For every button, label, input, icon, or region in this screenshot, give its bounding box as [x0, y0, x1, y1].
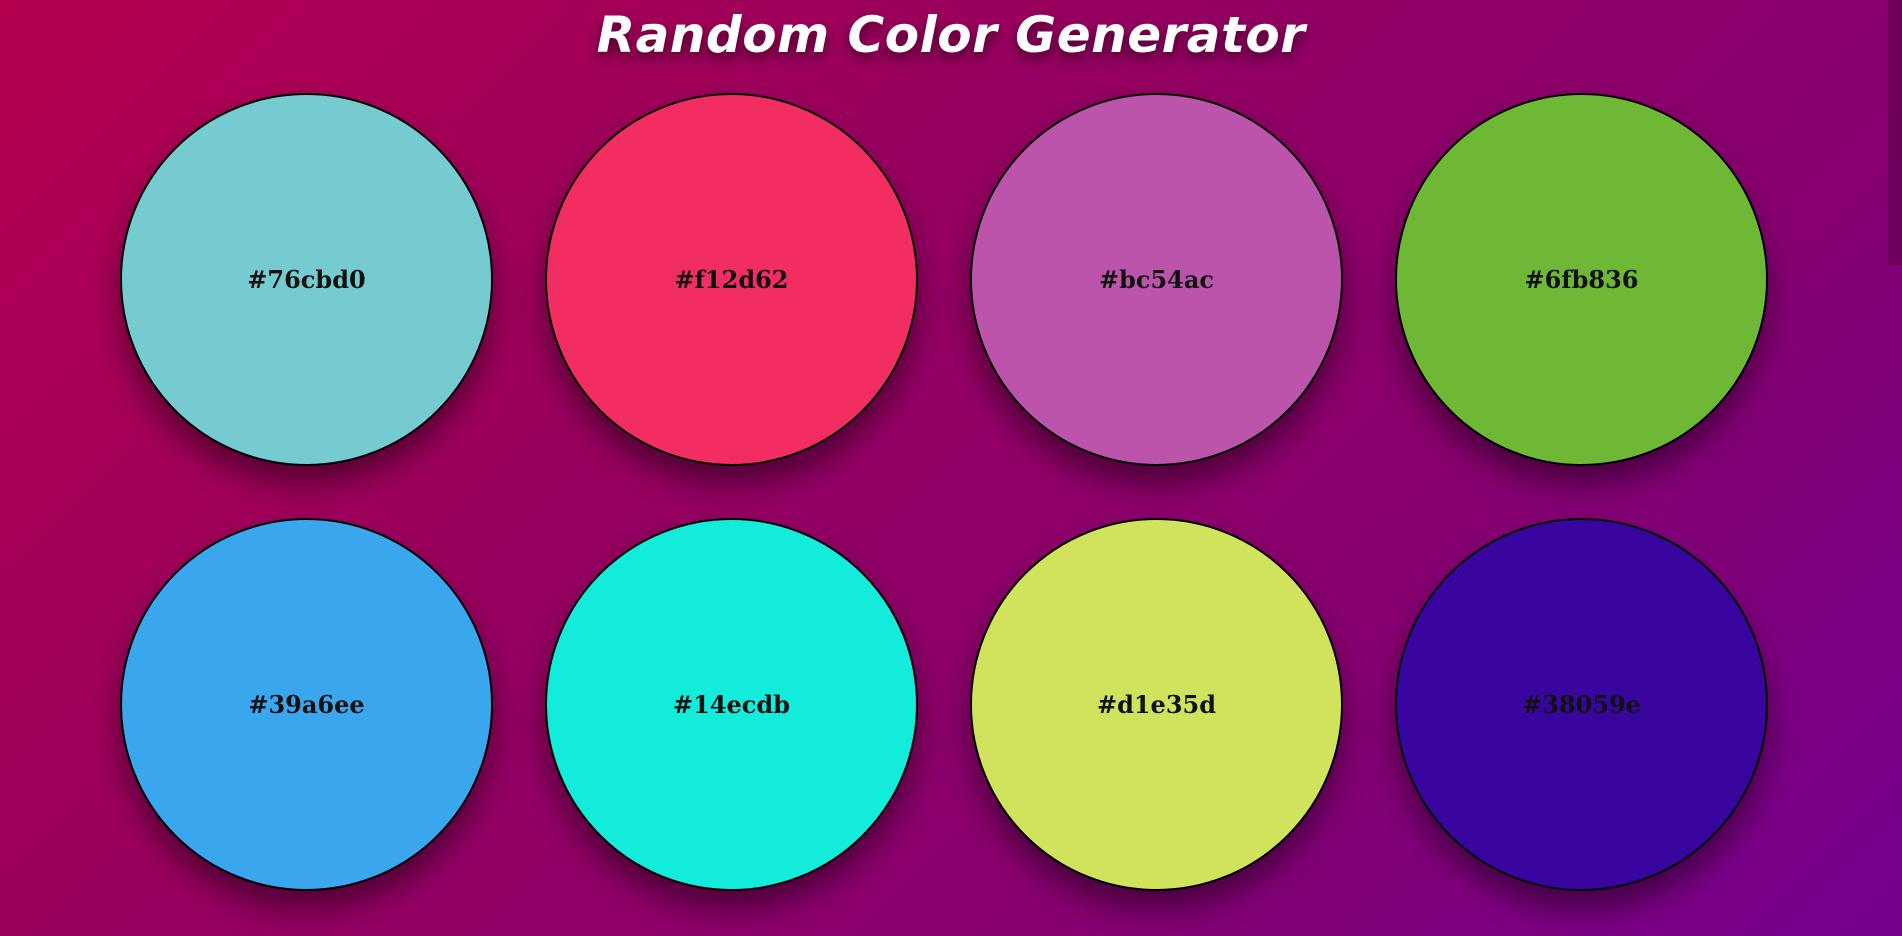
color-hex-label: #39a6ee [248, 690, 365, 719]
color-swatch[interactable]: #76cbd0 [120, 93, 493, 466]
color-swatch[interactable]: #6fb836 [1395, 93, 1768, 466]
scrollbar-thumb[interactable] [1888, 0, 1902, 265]
color-swatch[interactable]: #d1e35d [970, 518, 1343, 891]
color-hex-label: #76cbd0 [247, 265, 366, 294]
vertical-scrollbar[interactable] [1888, 0, 1902, 936]
page-title: Random Color Generator [596, 6, 1306, 64]
color-hex-label: #14ecdb [673, 690, 790, 719]
color-swatch[interactable]: #38059e [1395, 518, 1768, 891]
color-grid: #76cbd0 #f12d62 #bc54ac #6fb836 #39a6ee … [120, 93, 1770, 891]
color-hex-label: #d1e35d [1096, 690, 1217, 719]
color-swatch[interactable]: #39a6ee [120, 518, 493, 891]
color-swatch[interactable]: #14ecdb [545, 518, 918, 891]
color-hex-label: #bc54ac [1098, 265, 1215, 294]
color-swatch[interactable]: #f12d62 [545, 93, 918, 466]
color-hex-label: #6fb836 [1524, 265, 1639, 294]
color-hex-label: #f12d62 [674, 265, 789, 294]
color-swatch[interactable]: #bc54ac [970, 93, 1343, 466]
color-hex-label: #38059e [1522, 690, 1641, 719]
